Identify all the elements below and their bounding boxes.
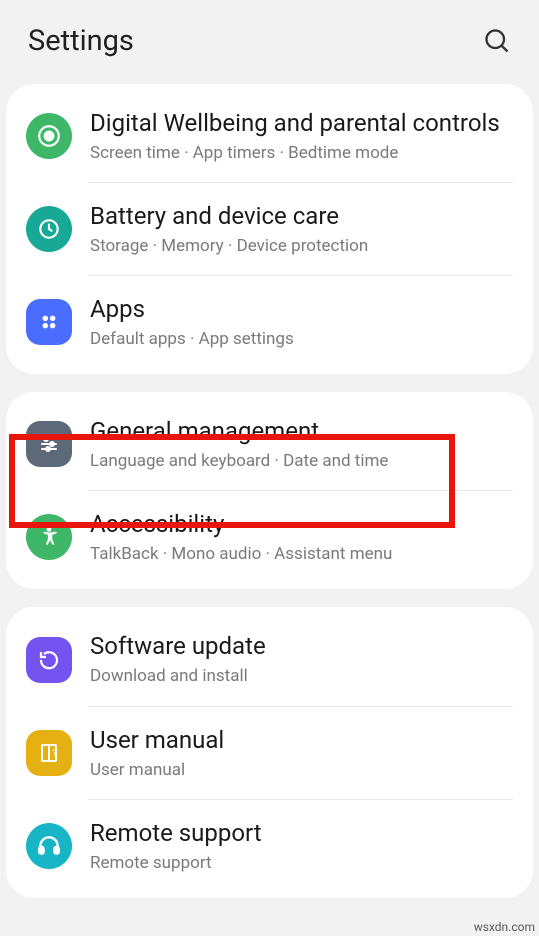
item-title: Software update [90, 631, 513, 661]
item-title: User manual [90, 725, 513, 755]
item-subtitle: Remote support [90, 852, 513, 874]
heart-monitor-icon [26, 113, 72, 159]
item-subtitle: TalkBack · Mono audio · Assistant menu [90, 543, 513, 565]
item-subtitle: Language and keyboard · Date and time [90, 450, 513, 472]
item-content: Software update Download and install [72, 631, 513, 687]
item-title: Accessibility [90, 509, 513, 539]
settings-item-digital-wellbeing[interactable]: Digital Wellbeing and parental controls … [6, 90, 533, 182]
page-title: Settings [28, 24, 134, 58]
item-title: Digital Wellbeing and parental controls [90, 108, 513, 138]
settings-group-1: Digital Wellbeing and parental controls … [6, 84, 533, 374]
update-icon [26, 637, 72, 683]
item-title: General management [90, 416, 513, 446]
item-content: Accessibility TalkBack · Mono audio · As… [72, 509, 513, 565]
watermark: wsxdn.com [474, 920, 535, 934]
item-subtitle: User manual [90, 759, 513, 781]
settings-item-apps[interactable]: Apps Default apps · App settings [6, 276, 533, 368]
settings-item-general-management[interactable]: General management Language and keyboard… [6, 398, 533, 490]
settings-item-battery-care[interactable]: Battery and device care Storage · Memory… [6, 183, 533, 275]
item-content: Battery and device care Storage · Memory… [72, 201, 513, 257]
settings-item-remote-support[interactable]: Remote support Remote support [6, 800, 533, 892]
settings-item-user-manual[interactable]: ? User manual User manual [6, 707, 533, 799]
svg-text:?: ? [52, 749, 56, 759]
settings-group-2: General management Language and keyboard… [6, 392, 533, 589]
item-title: Battery and device care [90, 201, 513, 231]
item-subtitle: Screen time · App timers · Bedtime mode [90, 142, 513, 164]
settings-header: Settings [0, 0, 539, 76]
item-title: Remote support [90, 818, 513, 848]
item-subtitle: Storage · Memory · Device protection [90, 235, 513, 257]
search-icon[interactable] [483, 27, 511, 55]
item-content: User manual User manual [72, 725, 513, 781]
battery-care-icon [26, 206, 72, 252]
sliders-icon [26, 421, 72, 467]
headset-icon [26, 823, 72, 869]
accessibility-icon [26, 514, 72, 560]
item-subtitle: Default apps · App settings [90, 328, 513, 350]
item-content: General management Language and keyboard… [72, 416, 513, 472]
item-content: Digital Wellbeing and parental controls … [72, 108, 513, 164]
settings-group-3: Software update Download and install ? U… [6, 607, 533, 897]
item-content: Remote support Remote support [72, 818, 513, 874]
item-subtitle: Download and install [90, 665, 513, 687]
settings-item-accessibility[interactable]: Accessibility TalkBack · Mono audio · As… [6, 491, 533, 583]
settings-item-software-update[interactable]: Software update Download and install [6, 613, 533, 705]
manual-icon: ? [26, 730, 72, 776]
item-content: Apps Default apps · App settings [72, 294, 513, 350]
item-title: Apps [90, 294, 513, 324]
apps-grid-icon [26, 299, 72, 345]
